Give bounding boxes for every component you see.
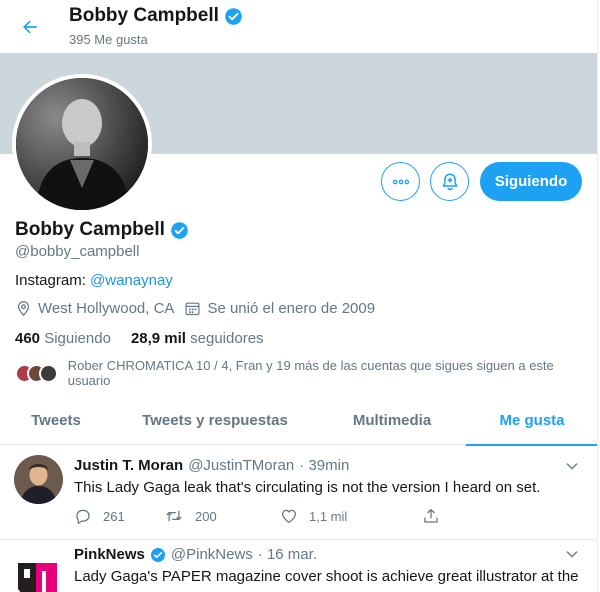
header-bar: Bobby Campbell 395 Me gusta [0, 0, 597, 53]
tweet-avatar[interactable] [14, 455, 63, 504]
tweet-time[interactable]: · 39min [299, 457, 349, 474]
mutual-avatar [38, 363, 58, 383]
tweet-author-name[interactable]: PinkNews [74, 546, 145, 563]
like-count: 1,1 mil [309, 508, 348, 524]
tweet[interactable]: Justin T. Moran @JustinTMoran · 39min Th… [0, 446, 597, 540]
tab-likes[interactable]: Me gusta [466, 396, 597, 446]
reply-icon [76, 509, 90, 524]
pinknews-logo-icon [18, 563, 57, 592]
verified-icon [171, 221, 188, 239]
user-photo-icon [14, 455, 63, 504]
followers-link[interactable]: 28,9 mil seguidores [131, 330, 264, 347]
share-button[interactable] [422, 507, 440, 525]
chevron-down-icon [566, 463, 578, 470]
tab-media[interactable]: Multimedia [318, 396, 466, 445]
location-text: West Hollywood, CA [38, 300, 175, 317]
more-options-button[interactable] [381, 162, 420, 201]
verified-icon [150, 547, 165, 562]
followers-count: 28,9 mil [130, 330, 186, 347]
like-button[interactable]: 1,1 mil [280, 507, 422, 525]
joined-date: Se unió el enero de 2009 [184, 300, 375, 317]
following-link[interactable]: 460 Siguiendo [15, 330, 111, 347]
tweet-actions: 261 200 1,1 mil [74, 507, 440, 525]
location-pin-icon [17, 301, 30, 317]
tweet-time[interactable]: · 16 mar. [258, 546, 317, 563]
followers-you-know[interactable]: Rober CHROMATICA 10 / 4, Fran y 19 más d… [15, 358, 597, 388]
tweet-header: Justin T. Moran @JustinTMoran · 39min [74, 457, 349, 474]
location: West Hollywood, CA [15, 300, 174, 317]
profile-name-row: Bobby Campbell [15, 219, 189, 241]
tab-tweets[interactable]: Tweets [0, 396, 112, 445]
tweet[interactable]: PinkNews @PinkNews · 16 mar. Lady Gaga's… [0, 540, 597, 592]
following-label: Siguiendo [44, 330, 111, 347]
more-dots-icon [392, 179, 409, 184]
header-name: Bobby Campbell [69, 5, 219, 26]
header-title: Bobby Campbell [69, 5, 243, 27]
retweet-icon [166, 510, 182, 522]
tweet-author-handle[interactable]: @JustinTMoran [188, 457, 294, 474]
tweet-avatar[interactable] [14, 551, 63, 592]
back-button[interactable] [12, 9, 48, 45]
profile-meta: West Hollywood, CA Se unió el enero de 2… [15, 300, 385, 317]
profile-handle: @bobby_campbell [15, 243, 140, 260]
tweet-text: This Lady Gaga leak that's circulating i… [74, 479, 541, 496]
tweet-text: Lady Gaga's PAPER magazine cover shoot i… [74, 568, 579, 585]
retweet-count: 200 [195, 508, 217, 524]
profile-avatar[interactable] [12, 74, 152, 214]
tweet-author-handle[interactable]: @PinkNews [171, 546, 253, 563]
followers-you-know-text: Rober CHROMATICA 10 / 4, Fran y 19 más d… [67, 358, 554, 388]
tweet-menu-caret[interactable] [564, 546, 580, 562]
profile-page: Bobby Campbell 395 Me gusta Siguiendo Bo… [0, 0, 598, 592]
tweet-header: PinkNews @PinkNews · 16 mar. [74, 546, 317, 563]
calendar-icon [185, 302, 200, 316]
chevron-down-icon [566, 551, 578, 558]
bio-text: Instagram: [15, 272, 91, 289]
bio-instagram-link[interactable]: @wanaynay [90, 272, 173, 289]
tab-tweets-replies[interactable]: Tweets y respuestas [112, 396, 318, 445]
joined-text: Se unió el enero de 2009 [207, 300, 376, 317]
reply-count: 261 [103, 508, 125, 524]
tweet-menu-caret[interactable] [564, 458, 580, 474]
profile-bio: Instagram: @wanaynay [15, 272, 173, 289]
retweet-button[interactable]: 200 [164, 507, 254, 525]
verified-icon [225, 7, 242, 25]
avatar-photo-icon [16, 78, 148, 210]
share-icon [424, 508, 438, 523]
bell-plus-icon [442, 172, 457, 190]
following-count: 460 [15, 330, 41, 347]
back-arrow-icon [23, 20, 37, 34]
reply-button[interactable]: 261 [74, 507, 164, 525]
header-likes-count: 395 Me gusta [69, 32, 148, 47]
following-button[interactable]: Siguiendo [480, 162, 582, 201]
profile-tabs: Tweets Tweets y respuestas Multimedia Me… [0, 396, 597, 446]
profile-name: Bobby Campbell [15, 219, 165, 240]
follow-counts: 460 Siguiendo 28,9 mil seguidores [15, 330, 264, 347]
followers-label: seguidores [190, 330, 264, 347]
heart-icon [281, 509, 297, 524]
notifications-button[interactable] [430, 162, 469, 201]
tweet-author-name[interactable]: Justin T. Moran [74, 457, 183, 474]
